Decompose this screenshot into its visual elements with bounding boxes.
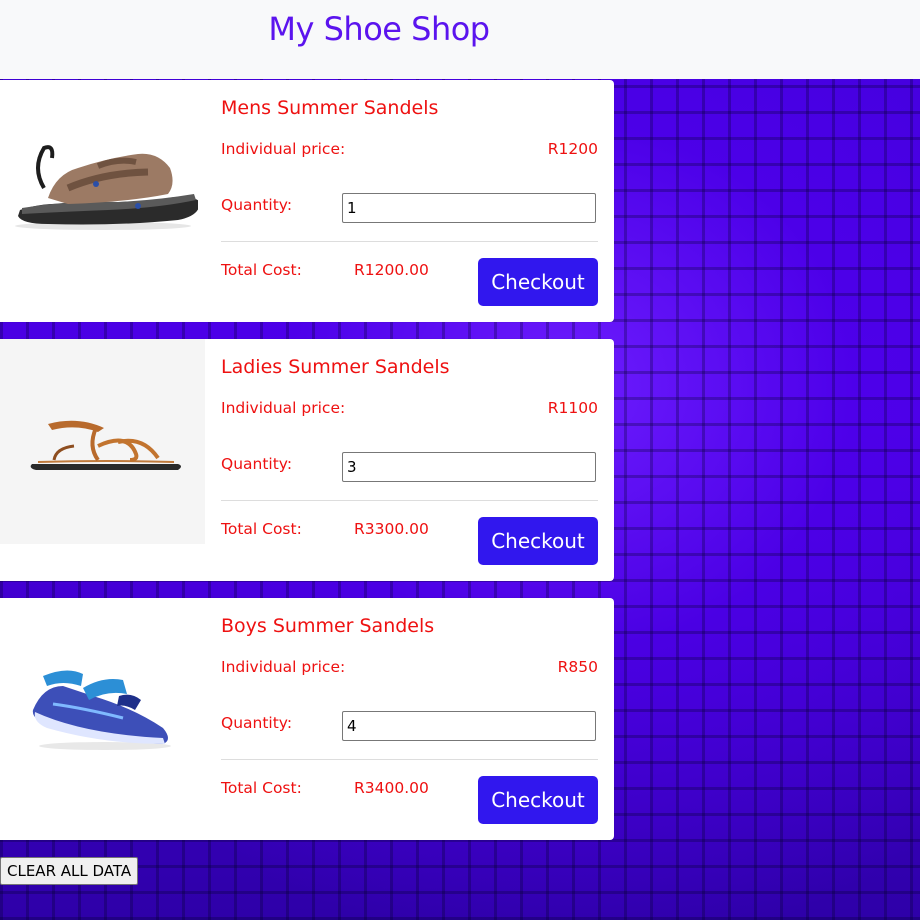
individual-price-value: R1200 [547, 140, 598, 158]
header-bar: My Shoe Shop [0, 0, 920, 79]
total-cost-value: R3300.00 [354, 520, 429, 538]
product-card-boys: Boys Summer Sandels Individual price: R8… [0, 598, 614, 840]
product-name: Mens Summer Sandels [221, 97, 439, 119]
mens-sandal-icon [14, 144, 198, 230]
total-cost-label: Total Cost: [221, 779, 302, 797]
quantity-label: Quantity: [221, 196, 293, 214]
total-cost-label: Total Cost: [221, 520, 302, 538]
individual-price-label: Individual price: [221, 658, 346, 676]
boys-sandal-image [0, 598, 205, 803]
ladies-sandal-icon [30, 420, 181, 470]
clear-all-data-button[interactable]: CLEAR ALL DATA [0, 857, 139, 885]
checkout-button[interactable]: Checkout [478, 258, 598, 306]
quantity-input[interactable] [342, 711, 596, 741]
boys-sandal-icon [32, 669, 171, 750]
divider [221, 241, 598, 242]
ladies-sandal-image [0, 339, 205, 544]
total-cost-value: R3400.00 [354, 779, 429, 797]
individual-price-value: R850 [557, 658, 598, 676]
shop-title: My Shoe Shop [268, 10, 490, 48]
individual-price-label: Individual price: [221, 399, 346, 417]
individual-price-value: R1100 [547, 399, 598, 417]
mens-sandal-image [0, 80, 205, 285]
quantity-label: Quantity: [221, 714, 293, 732]
quantity-label: Quantity: [221, 455, 293, 473]
product-card-mens: Mens Summer Sandels Individual price: R1… [0, 80, 614, 322]
checkout-button[interactable]: Checkout [478, 517, 598, 565]
total-cost-value: R1200.00 [354, 261, 429, 279]
divider [221, 500, 598, 501]
product-name: Boys Summer Sandels [221, 615, 435, 637]
product-name: Ladies Summer Sandels [221, 356, 450, 378]
checkout-button[interactable]: Checkout [478, 776, 598, 824]
quantity-input[interactable] [342, 193, 596, 223]
product-card-ladies: Ladies Summer Sandels Individual price: … [0, 339, 614, 581]
divider [221, 759, 598, 760]
quantity-input[interactable] [342, 452, 596, 482]
individual-price-label: Individual price: [221, 140, 346, 158]
total-cost-label: Total Cost: [221, 261, 302, 279]
